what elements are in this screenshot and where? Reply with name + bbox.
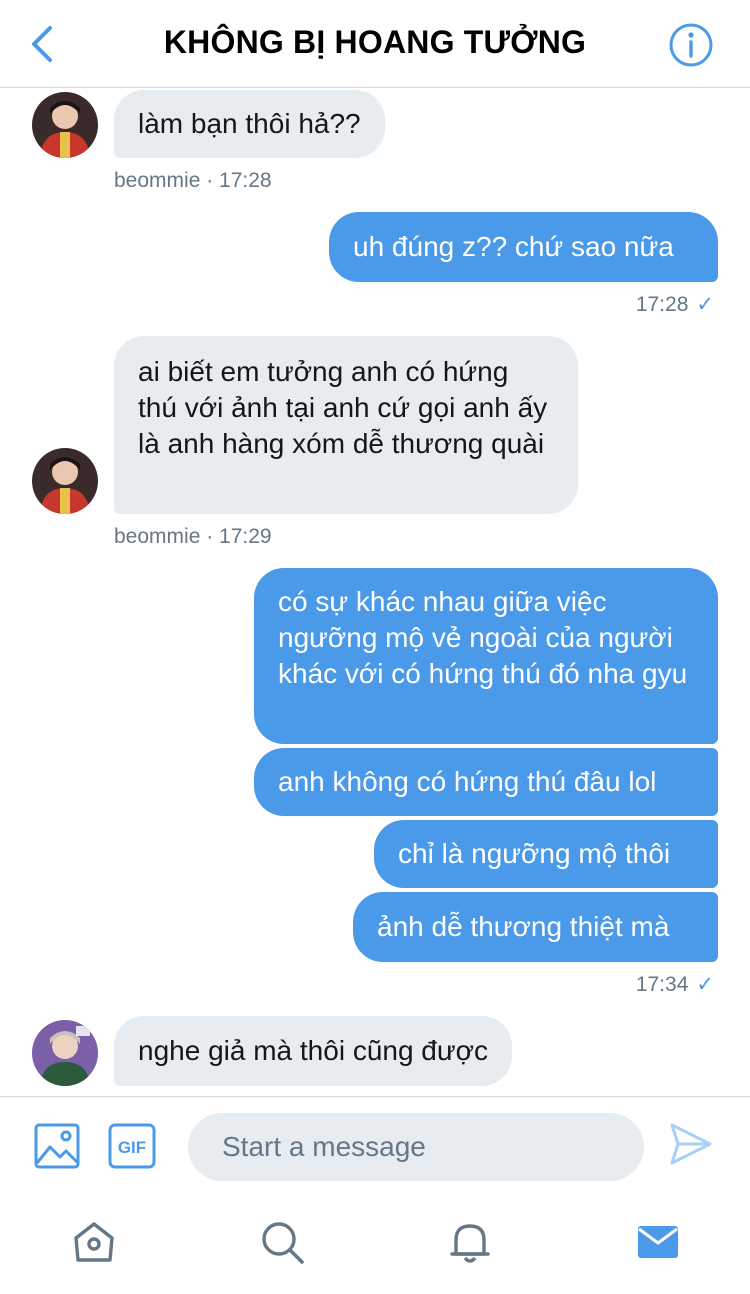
message-bubble-outgoing[interactable]: uh đúng z?? chứ sao nữa bbox=[329, 212, 718, 282]
message-bubble-incoming[interactable]: ai biết em tưởng anh có hứng thú với ảnh… bbox=[114, 336, 578, 514]
tab-search[interactable] bbox=[258, 1218, 306, 1266]
info-button[interactable] bbox=[668, 22, 714, 68]
conversation-title: KHÔNG BỊ HOANG TƯỞNG bbox=[163, 24, 587, 60]
message-list[interactable]: làm bạn thôi hả?? beommie · 17:28 uh đún… bbox=[0, 88, 750, 1096]
message-bubble-outgoing[interactable]: ảnh dễ thương thiệt mà bbox=[353, 892, 718, 962]
add-gif-button[interactable]: GIF bbox=[108, 1123, 156, 1171]
user-avatar-image bbox=[32, 1020, 98, 1086]
conversation-header: KHÔNG BỊ HOANG TƯỞNG bbox=[0, 0, 750, 88]
info-icon bbox=[669, 23, 713, 67]
message-meta: beommie · 17:29 bbox=[114, 525, 272, 548]
messages-icon bbox=[638, 1226, 678, 1258]
home-icon bbox=[74, 1222, 114, 1262]
message-time: 17:28 bbox=[635, 293, 689, 316]
message-composer: GIF bbox=[0, 1096, 750, 1196]
tab-messages[interactable] bbox=[634, 1218, 682, 1266]
back-button[interactable] bbox=[22, 22, 62, 66]
checkmark-icon: ✓ bbox=[696, 973, 714, 996]
user-avatar-image bbox=[32, 448, 98, 514]
image-icon bbox=[34, 1123, 80, 1169]
user-avatar-image bbox=[32, 92, 98, 158]
tab-home[interactable] bbox=[70, 1218, 118, 1266]
message-input[interactable] bbox=[188, 1113, 644, 1181]
message-bubble-incoming[interactable]: làm bạn thôi hả?? bbox=[114, 90, 385, 158]
bottom-tab-bar bbox=[0, 1196, 750, 1294]
gif-label: GIF bbox=[118, 1138, 146, 1157]
message-bubble-outgoing[interactable]: có sự khác nhau giữa việc ngưỡng mộ vẻ n… bbox=[254, 568, 718, 744]
message-meta: beommie · 17:28 bbox=[114, 169, 272, 192]
search-icon bbox=[262, 1222, 304, 1264]
checkmark-icon: ✓ bbox=[696, 293, 714, 316]
avatar[interactable] bbox=[32, 448, 98, 514]
avatar[interactable] bbox=[32, 1020, 98, 1086]
send-icon bbox=[670, 1123, 712, 1165]
message-bubble-outgoing[interactable]: anh không có hứng thú đâu lol bbox=[254, 748, 718, 816]
message-meta: 17:34 ✓ bbox=[636, 972, 714, 997]
message-bubble-incoming[interactable]: nghe giả mà thôi cũng được bbox=[114, 1016, 512, 1086]
avatar[interactable] bbox=[32, 92, 98, 158]
tab-notifications[interactable] bbox=[446, 1218, 494, 1266]
message-time: 17:34 bbox=[635, 973, 689, 996]
message-bubble-outgoing[interactable]: chỉ là ngưỡng mộ thôi bbox=[374, 820, 718, 888]
add-photo-button[interactable] bbox=[34, 1123, 82, 1171]
notifications-icon bbox=[450, 1224, 490, 1263]
message-meta: 17:28 ✓ bbox=[636, 292, 714, 317]
chevron-left-icon bbox=[32, 26, 52, 62]
gif-icon: GIF bbox=[108, 1123, 156, 1169]
send-button[interactable] bbox=[668, 1121, 716, 1169]
